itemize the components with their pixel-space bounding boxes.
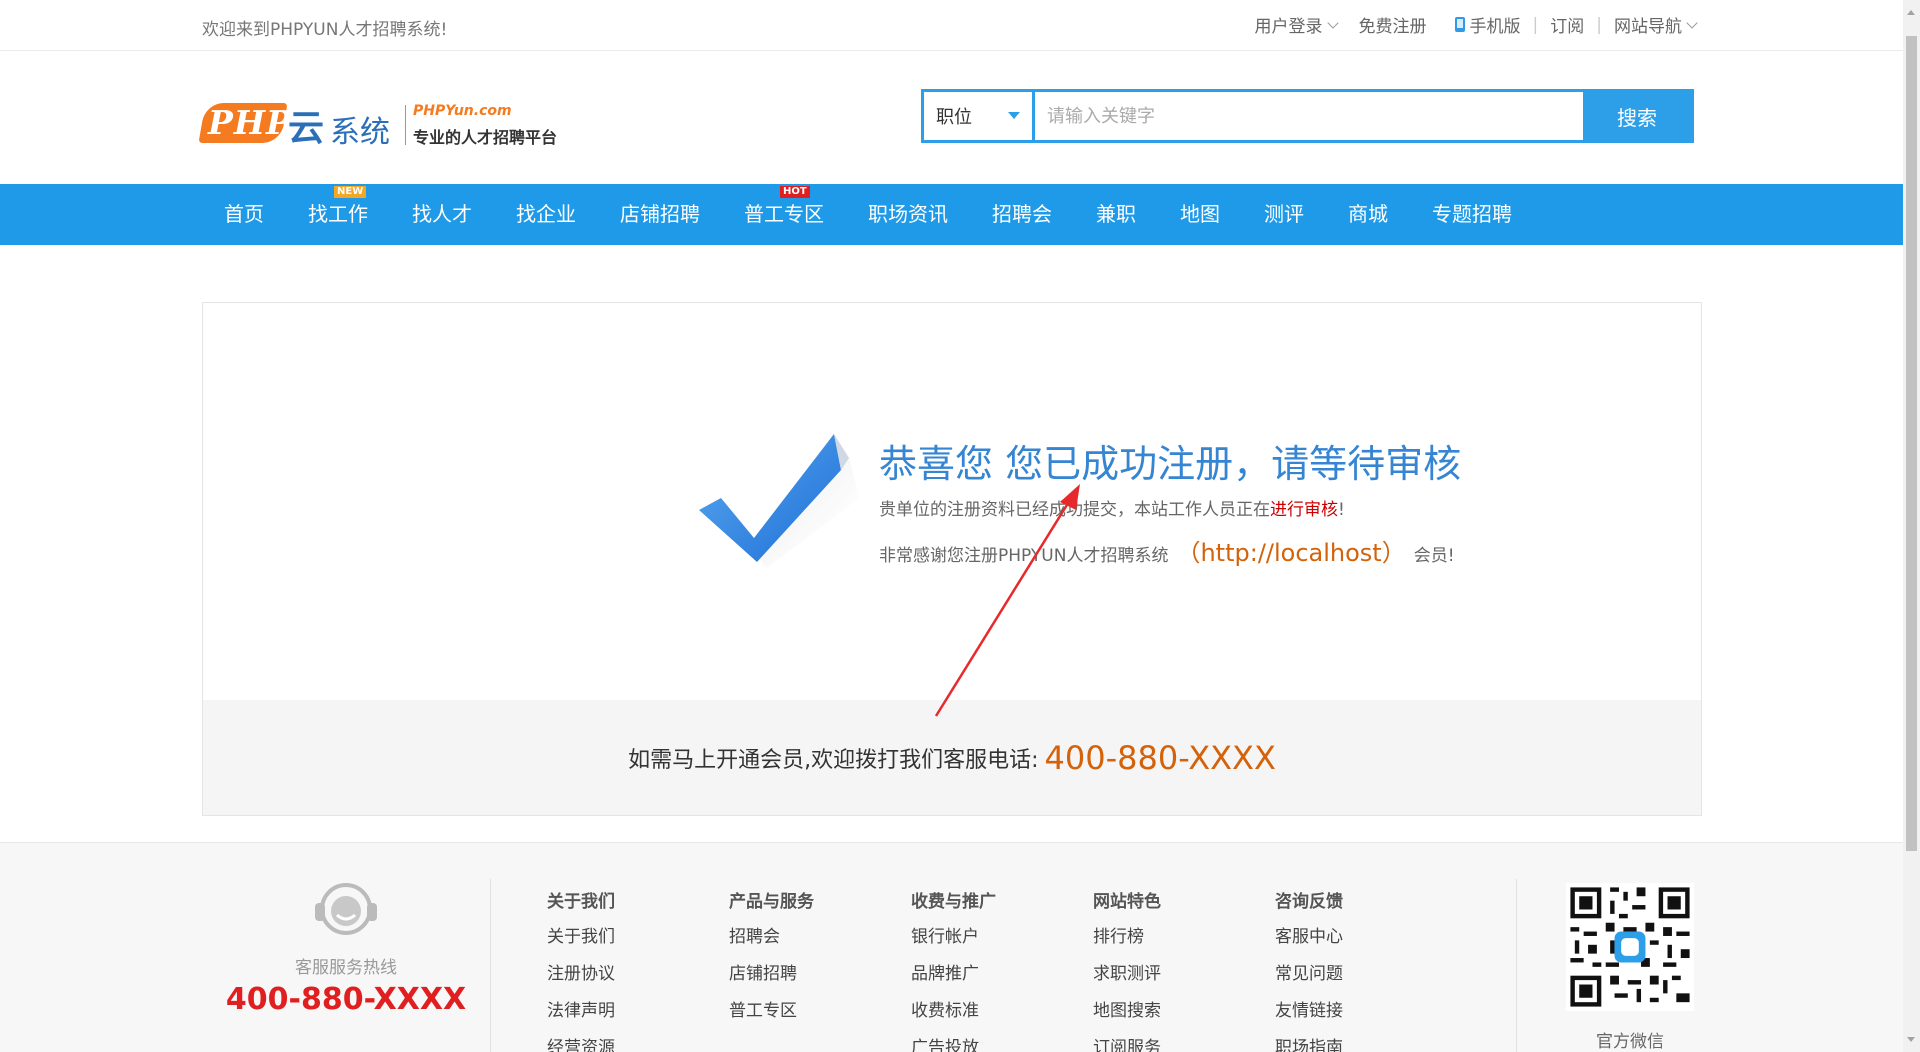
site-url-link[interactable]: （http://localhost） [1176, 533, 1405, 568]
page-scrollbar[interactable] [1903, 0, 1920, 1052]
footer-link[interactable]: 职场指南 [1275, 1036, 1457, 1052]
footer-col-pricing: 收费与推广 银行帐户 品牌推广 收费标准 广告投放 [911, 887, 1093, 1052]
footer-col-feedback: 咨询反馈 客服中心 常见问题 友情链接 职场指南 [1275, 887, 1457, 1052]
footer-link[interactable]: 经营资源 [547, 1036, 729, 1052]
nav-item-general-worker[interactable]: 普工专区 HOT [722, 184, 846, 245]
site-logo[interactable]: PHP 云 系统 PHPYun.com 专业的人才招聘平台 [198, 91, 572, 155]
footer-link[interactable]: 法律声明 [547, 999, 729, 1036]
mobile-link[interactable]: 手机版 [1454, 12, 1521, 37]
qr-label: 官方微信 [1596, 1032, 1664, 1052]
hot-badge: HOT [780, 186, 810, 198]
hotline-label: 客服服务热线 [295, 958, 397, 978]
footer-link[interactable]: 招聘会 [729, 925, 911, 962]
footer-link[interactable]: 收费标准 [911, 999, 1093, 1036]
chevron-down-icon [1686, 16, 1698, 29]
headset-icon [315, 883, 377, 935]
nav-item-find-company[interactable]: 找企业 [494, 184, 598, 245]
qr-code-icon [1566, 883, 1694, 1011]
login-link[interactable]: 用户登录 [1255, 12, 1339, 37]
nav-item-special-recruit[interactable]: 专题招聘 [1410, 184, 1534, 245]
top-links: 用户登录 免费注册 手机版 | 订阅 | 网站导航 [1255, 12, 1698, 37]
footer: 客服服务热线 400-880-XXXX 关于我们 关于我们 注册协议 法律声明 … [0, 842, 1920, 1052]
nav-item-mall[interactable]: 商城 [1326, 184, 1410, 245]
top-bar: 欢迎来到PHPYUN人才招聘系统! 用户登录 免费注册 手机版 | 订阅 | 网… [0, 0, 1920, 51]
logo-yun-text: 云 [288, 107, 325, 149]
success-message-area: 恭喜您 您已成功注册，请等待审核 贵单位的注册资料已经成功提交，本站工作人员正在… [203, 303, 1701, 700]
welcome-text: 欢迎来到PHPYUN人才招聘系统! [202, 20, 448, 40]
nav-item-career-news[interactable]: 职场资讯 [846, 184, 970, 245]
contact-strip: 如需马上开通会员,欢迎拨打我们客服电话: 400-880-XXXX [203, 700, 1701, 815]
register-link[interactable]: 免费注册 [1359, 12, 1427, 37]
nav-item-home[interactable]: 首页 [202, 184, 286, 245]
logo-domain: PHPYun.com [413, 103, 512, 119]
nav-item-assessment[interactable]: 测评 [1242, 184, 1326, 245]
footer-link[interactable]: 订阅服务 [1093, 1036, 1275, 1052]
submission-notice: 贵单位的注册资料已经成功提交，本站工作人员正在进行审核! [879, 500, 1345, 520]
footer-link[interactable]: 常见问题 [1275, 962, 1457, 999]
footer-links: 关于我们 关于我们 注册协议 法律声明 经营资源 产品与服务 招聘会 店铺招聘 … [547, 887, 1457, 1052]
footer-link[interactable]: 客服中心 [1275, 925, 1457, 962]
contact-text: 如需马上开通会员,欢迎拨打我们客服电话: [628, 747, 1039, 773]
separator: | [1532, 14, 1539, 35]
registration-success-panel: 恭喜您 您已成功注册，请等待审核 贵单位的注册资料已经成功提交，本站工作人员正在… [202, 302, 1702, 816]
review-highlight: 进行审核 [1270, 500, 1338, 520]
footer-col-features: 网站特色 排行榜 求职测评 地图搜索 订阅服务 [1093, 887, 1275, 1052]
site-nav-link[interactable]: 网站导航 [1614, 12, 1698, 37]
footer-link[interactable]: 友情链接 [1275, 999, 1457, 1036]
footer-link[interactable]: 品牌推广 [911, 962, 1093, 999]
footer-link[interactable]: 广告投放 [911, 1036, 1093, 1052]
logo-php-text: PHP [208, 103, 292, 142]
nav-item-part-time[interactable]: 兼职 [1074, 184, 1158, 245]
new-badge: NEW [334, 186, 367, 198]
nav-item-map[interactable]: 地图 [1158, 184, 1242, 245]
search-bar: 职位 搜索 [921, 89, 1694, 143]
header: PHP 云 系统 PHPYun.com 专业的人才招聘平台 职位 搜索 [0, 51, 1920, 184]
footer-link[interactable]: 店铺招聘 [729, 962, 911, 999]
footer-link[interactable]: 注册协议 [547, 962, 729, 999]
logo-system-text: 系统 [330, 115, 390, 150]
nav-item-find-job[interactable]: 找工作 NEW [286, 184, 390, 245]
main-nav: 首页 找工作 NEW 找人才 找企业 店铺招聘 普工专区 HOT 职场资讯 招聘会 … [0, 184, 1920, 245]
footer-link[interactable]: 关于我们 [547, 925, 729, 962]
scroll-down-arrow-icon[interactable] [1907, 1037, 1915, 1042]
contact-phone: 400-880-XXXX [1044, 738, 1276, 777]
search-type-select[interactable]: 职位 [924, 92, 1035, 140]
separator: | [1596, 14, 1602, 35]
hotline-block: 客服服务热线 400-880-XXXX [202, 879, 490, 1017]
scroll-up-arrow-icon[interactable] [1907, 10, 1915, 15]
footer-divider [1516, 879, 1517, 1052]
logo-divider [405, 105, 406, 145]
search-input[interactable] [1035, 92, 1583, 140]
scrollbar-thumb[interactable] [1906, 36, 1917, 851]
phone-icon [1454, 17, 1465, 32]
checkmark-icon [699, 434, 859, 568]
footer-col-products: 产品与服务 招聘会 店铺招聘 普工专区 [729, 887, 911, 1052]
hotline-phone: 400-880-XXXX [225, 982, 467, 1017]
search-button[interactable]: 搜索 [1583, 92, 1691, 140]
logo-slogan: 专业的人才招聘平台 [413, 128, 558, 147]
success-title: 恭喜您 您已成功注册，请等待审核 [879, 442, 1462, 486]
nav-item-job-fair[interactable]: 招聘会 [970, 184, 1074, 245]
footer-col-about: 关于我们 关于我们 注册协议 法律声明 经营资源 [547, 887, 729, 1052]
footer-link[interactable]: 排行榜 [1093, 925, 1275, 962]
nav-item-shop-recruit[interactable]: 店铺招聘 [598, 184, 722, 245]
footer-link[interactable]: 地图搜索 [1093, 999, 1275, 1036]
subscribe-link[interactable]: 订阅 [1550, 12, 1584, 37]
nav-item-find-talent[interactable]: 找人才 [390, 184, 494, 245]
footer-link[interactable]: 普工专区 [729, 999, 911, 1036]
footer-divider [490, 879, 491, 1052]
chevron-down-icon [1326, 16, 1339, 29]
thanks-notice: 非常感谢您注册PHPYUN人才招聘系统 （http://localhost） 会… [879, 533, 1455, 568]
caret-down-icon [1008, 112, 1020, 119]
footer-link[interactable]: 求职测评 [1093, 962, 1275, 999]
footer-link[interactable]: 银行帐户 [911, 925, 1093, 962]
